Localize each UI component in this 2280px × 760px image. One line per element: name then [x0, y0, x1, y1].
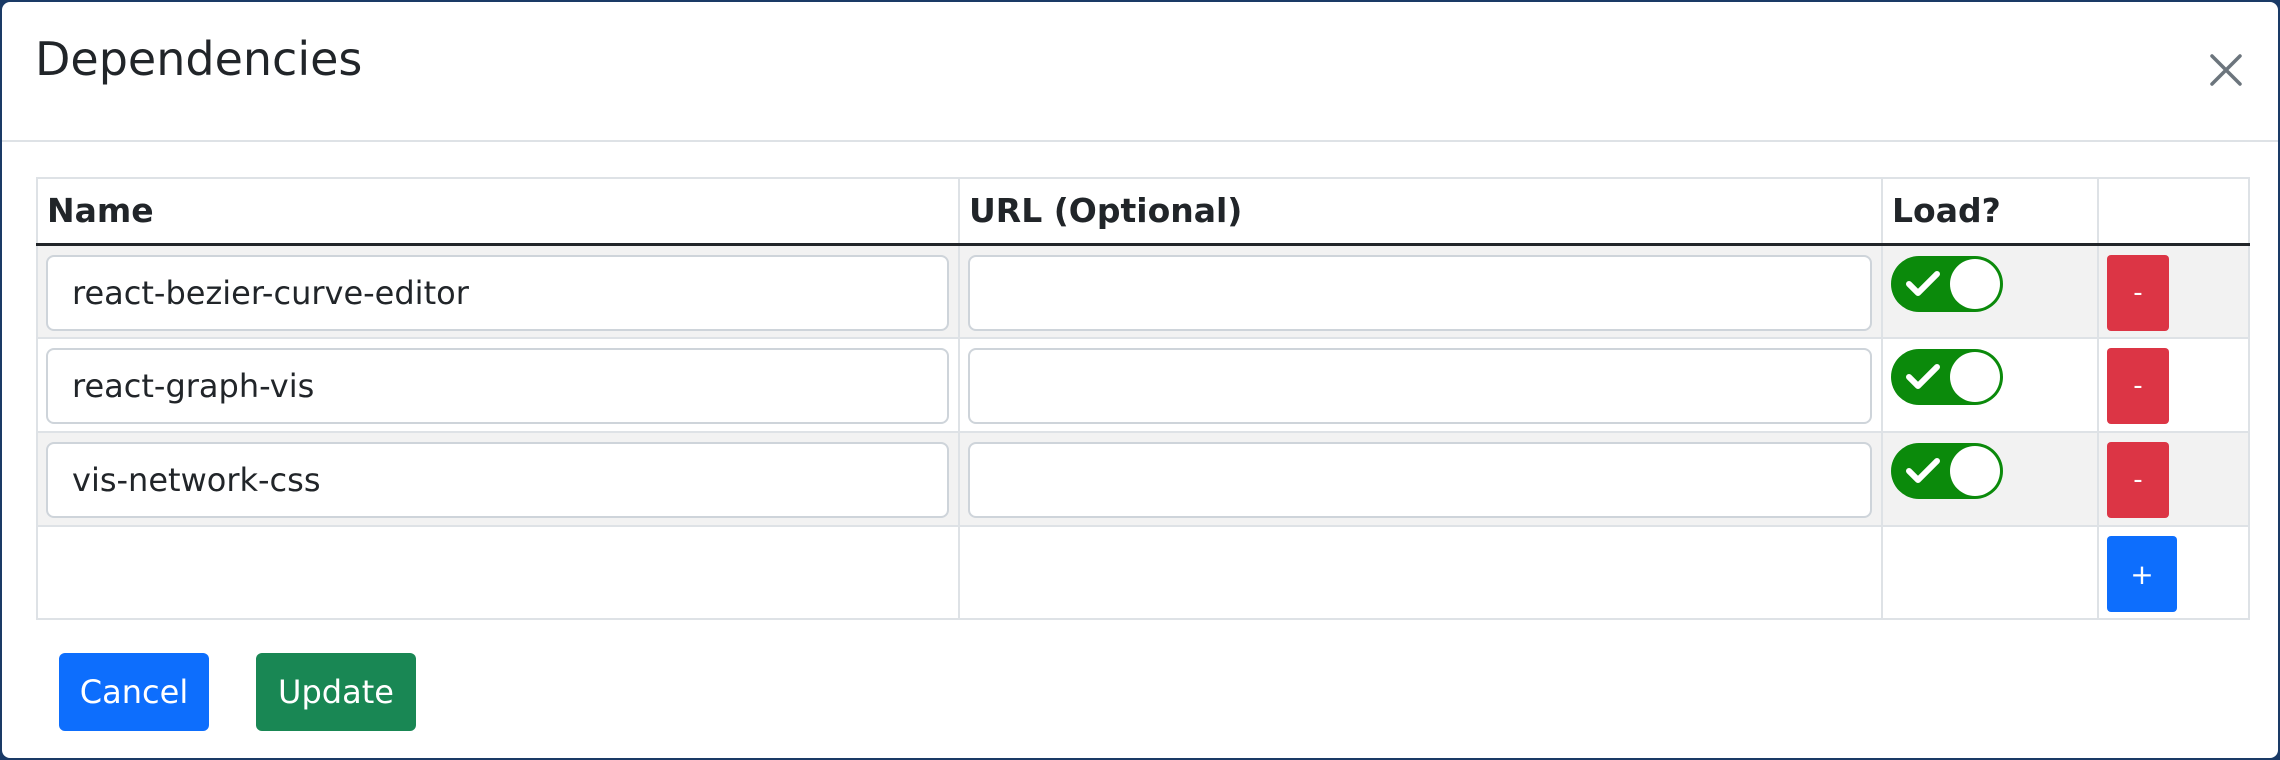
table-row: -: [36, 431, 2250, 527]
load-cell: [1881, 337, 2099, 433]
dependency-url-input[interactable]: [968, 442, 1872, 518]
add-dependency-button[interactable]: +: [2107, 536, 2177, 612]
table-header-row: Name URL (Optional) Load?: [36, 177, 2250, 246]
add-row: +: [36, 525, 2250, 620]
modal-header: Dependencies: [2, 2, 2278, 142]
actions-cell: -: [2097, 337, 2250, 433]
table-row: -: [36, 337, 2250, 433]
modal-title: Dependencies: [35, 32, 363, 86]
dependencies-table: Name URL (Optional) Load? react-bezier-c…: [36, 177, 2250, 620]
dependency-name-input[interactable]: [46, 254, 949, 331]
check-icon: [1906, 270, 1940, 296]
remove-dependency-button[interactable]: -: [2107, 442, 2169, 518]
empty-cell: [958, 525, 1883, 620]
name-cell: [36, 243, 960, 339]
column-header-load: Load?: [1881, 177, 2099, 246]
cancel-button[interactable]: Cancel: [59, 653, 209, 731]
table-row: -: [36, 243, 2250, 339]
column-header-actions: [2097, 177, 2250, 246]
dependency-url-input[interactable]: [968, 254, 1872, 331]
actions-cell: +: [2097, 525, 2250, 620]
name-cell: [36, 337, 960, 433]
empty-cell: [1881, 525, 2099, 620]
actions-cell: -: [2097, 431, 2250, 527]
load-toggle[interactable]: [1891, 255, 2003, 312]
close-button[interactable]: [2204, 48, 2248, 92]
url-cell: [958, 337, 1883, 433]
toggle-knob: [1950, 258, 2000, 309]
check-icon: [1906, 364, 1940, 389]
dependency-url-input[interactable]: [968, 348, 1872, 424]
name-cell: [36, 431, 960, 527]
remove-dependency-button[interactable]: -: [2107, 254, 2169, 331]
column-header-name: Name: [36, 177, 960, 246]
dependencies-modal: Dependencies Name URL (Optional) Load? r…: [2, 2, 2278, 758]
empty-cell: [36, 525, 960, 620]
url-cell: [958, 243, 1883, 339]
actions-cell: -: [2097, 243, 2250, 339]
url-cell: [958, 431, 1883, 527]
dependencies-table-wrap: Name URL (Optional) Load? react-bezier-c…: [36, 177, 2250, 620]
load-toggle[interactable]: [1891, 349, 2003, 405]
load-cell: [1881, 431, 2099, 527]
load-toggle[interactable]: [1891, 443, 2003, 499]
column-header-url: URL (Optional): [958, 177, 1883, 246]
update-button[interactable]: Update: [256, 653, 416, 731]
dependency-name-input[interactable]: [46, 442, 949, 518]
dependency-name-input[interactable]: [46, 348, 949, 424]
check-icon: [1906, 458, 1940, 483]
close-icon: [2210, 54, 2242, 86]
toggle-knob: [1950, 352, 2000, 402]
remove-dependency-button[interactable]: -: [2107, 348, 2169, 424]
toggle-knob: [1950, 446, 2000, 496]
load-cell: [1881, 243, 2099, 339]
